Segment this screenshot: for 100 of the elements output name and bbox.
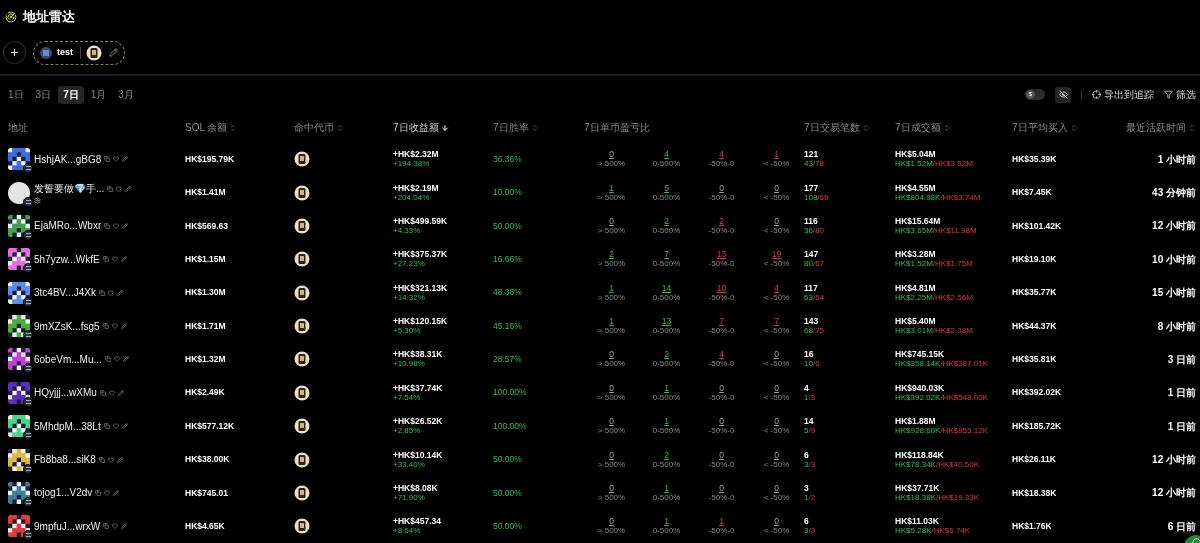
column-header[interactable]: 命中代币 [294, 120, 334, 136]
address-link[interactable]: tojog1...V2dv [34, 485, 93, 501]
edit-icon[interactable] [125, 185, 132, 192]
bucket-count[interactable]: 2 [719, 215, 724, 226]
bucket-count[interactable]: 5 [664, 182, 669, 193]
copy-icon[interactable] [98, 456, 105, 463]
bucket-count[interactable]: 0 [719, 482, 724, 493]
bucket-count[interactable]: 0 [609, 382, 614, 393]
copy-icon[interactable] [104, 356, 111, 363]
bucket-count[interactable]: 10 [716, 282, 727, 293]
copy-icon[interactable] [95, 489, 102, 496]
bucket-count[interactable]: 13 [716, 249, 727, 260]
copy-icon[interactable] [98, 289, 105, 296]
filter-button[interactable]: 筛选 [1164, 87, 1196, 103]
bucket-count[interactable]: 13 [661, 316, 672, 327]
bucket-count[interactable]: 1 [609, 182, 614, 193]
bucket-count[interactable]: 0 [774, 482, 779, 493]
column-header[interactable]: 7日成交额 [895, 120, 941, 136]
bucket-count[interactable]: 0 [609, 516, 614, 527]
edit-icon[interactable] [113, 489, 120, 496]
address-link[interactable]: 5MhdpM...38Lt [34, 418, 101, 434]
copy-icon[interactable] [99, 389, 106, 396]
edit-icon[interactable] [117, 389, 124, 396]
sort-icon[interactable] [336, 123, 344, 132]
sort-descending-icon[interactable] [440, 123, 449, 132]
copy-icon[interactable] [107, 185, 114, 192]
bucket-count[interactable]: 1 [664, 482, 669, 493]
bucket-count[interactable]: 1 [664, 382, 669, 393]
bucket-count[interactable]: 4 [719, 349, 724, 360]
period-tab[interactable]: 3日 [30, 85, 57, 104]
column-header[interactable]: 7日平均买入 [1012, 120, 1068, 136]
export-button[interactable]: 导出到追踪 [1092, 87, 1154, 103]
address-link[interactable]: 发誓要做💎手... [34, 181, 105, 197]
edit-icon[interactable] [122, 356, 129, 363]
column-header[interactable]: 7日收益额 [393, 120, 439, 136]
copy-icon[interactable] [102, 256, 109, 263]
bucket-count[interactable]: 0 [609, 482, 614, 493]
bucket-count[interactable]: 2 [664, 449, 669, 460]
bucket-count[interactable]: 1 [774, 149, 779, 160]
address-link[interactable]: 3tc4BV...J4Xk [34, 285, 96, 301]
period-tab[interactable]: 3月 [113, 85, 139, 104]
period-tab[interactable]: 1月 [85, 85, 112, 104]
bucket-count[interactable]: 0 [774, 215, 779, 226]
address-link[interactable]: 5h7yzw...WkfE [34, 251, 100, 267]
column-header[interactable]: SOL 余额 [185, 120, 228, 136]
bucket-count[interactable]: 0 [719, 382, 724, 393]
address-link[interactable]: 9mpfuJ...wrxW [34, 518, 101, 534]
copy-icon[interactable] [103, 423, 110, 430]
address-link[interactable]: EjaMRo...Wbxr [34, 218, 102, 234]
bucket-count[interactable]: 7 [664, 249, 669, 260]
edit-icon[interactable] [116, 456, 123, 463]
address-link[interactable]: Fb8ba8...siK8 [34, 452, 96, 468]
edit-icon[interactable] [120, 323, 127, 330]
edit-icon[interactable] [122, 156, 129, 163]
heart-icon[interactable] [112, 523, 119, 530]
bucket-count[interactable]: 1 [664, 516, 669, 527]
bucket-count[interactable]: 1 [609, 316, 614, 327]
edit-icon[interactable] [121, 523, 128, 530]
bucket-count[interactable]: 0 [609, 416, 614, 427]
heart-icon[interactable] [112, 423, 119, 430]
sort-icon[interactable] [861, 123, 870, 132]
copy-icon[interactable] [103, 523, 110, 530]
address-link[interactable]: HshjAK...gBG8 [34, 151, 102, 167]
column-header[interactable]: 7日交易笔数 [804, 120, 860, 136]
sort-icon[interactable] [1069, 123, 1078, 132]
column-header[interactable]: 最近活跃时间 [1126, 120, 1186, 136]
heart-icon[interactable] [107, 289, 114, 296]
bucket-count[interactable]: 0 [719, 449, 724, 460]
bucket-count[interactable]: 2 [664, 349, 669, 360]
heart-icon[interactable] [107, 456, 114, 463]
bucket-count[interactable]: 0 [774, 382, 779, 393]
bucket-count[interactable]: 4 [774, 282, 779, 293]
bucket-count[interactable]: 4 [719, 149, 724, 160]
address-link[interactable]: HQyjjj...wXMu [34, 385, 97, 401]
edit-icon[interactable] [122, 222, 129, 229]
bucket-count[interactable]: 2 [609, 249, 614, 260]
bucket-count[interactable]: 0 [774, 416, 779, 427]
address-link[interactable]: 6obeVm...Mu... [34, 351, 102, 367]
heart-icon[interactable] [111, 256, 118, 263]
heart-icon[interactable] [104, 489, 111, 496]
bucket-count[interactable]: 0 [609, 449, 614, 460]
bucket-count[interactable]: 7 [774, 316, 779, 327]
bucket-count[interactable]: 0 [774, 516, 779, 527]
bucket-count[interactable]: 0 [609, 349, 614, 360]
bucket-count[interactable]: 14 [661, 282, 672, 293]
heart-icon[interactable] [113, 156, 120, 163]
bucket-count[interactable]: 2 [664, 215, 669, 226]
hide-button[interactable] [1055, 86, 1071, 103]
copy-icon[interactable] [104, 156, 111, 163]
bucket-count[interactable]: 19 [771, 249, 782, 260]
bucket-count[interactable]: 0 [774, 449, 779, 460]
bucket-count[interactable]: 4 [664, 149, 669, 160]
heart-icon[interactable] [116, 185, 123, 192]
column-header[interactable]: 7日胜率 [493, 120, 529, 136]
sort-icon[interactable] [530, 123, 539, 132]
heart-icon[interactable] [111, 323, 118, 330]
bucket-count[interactable]: 0 [609, 149, 614, 160]
bucket-count[interactable]: 7 [719, 316, 724, 327]
period-tab[interactable]: 7日 [58, 85, 84, 104]
copy-icon[interactable] [104, 222, 111, 229]
